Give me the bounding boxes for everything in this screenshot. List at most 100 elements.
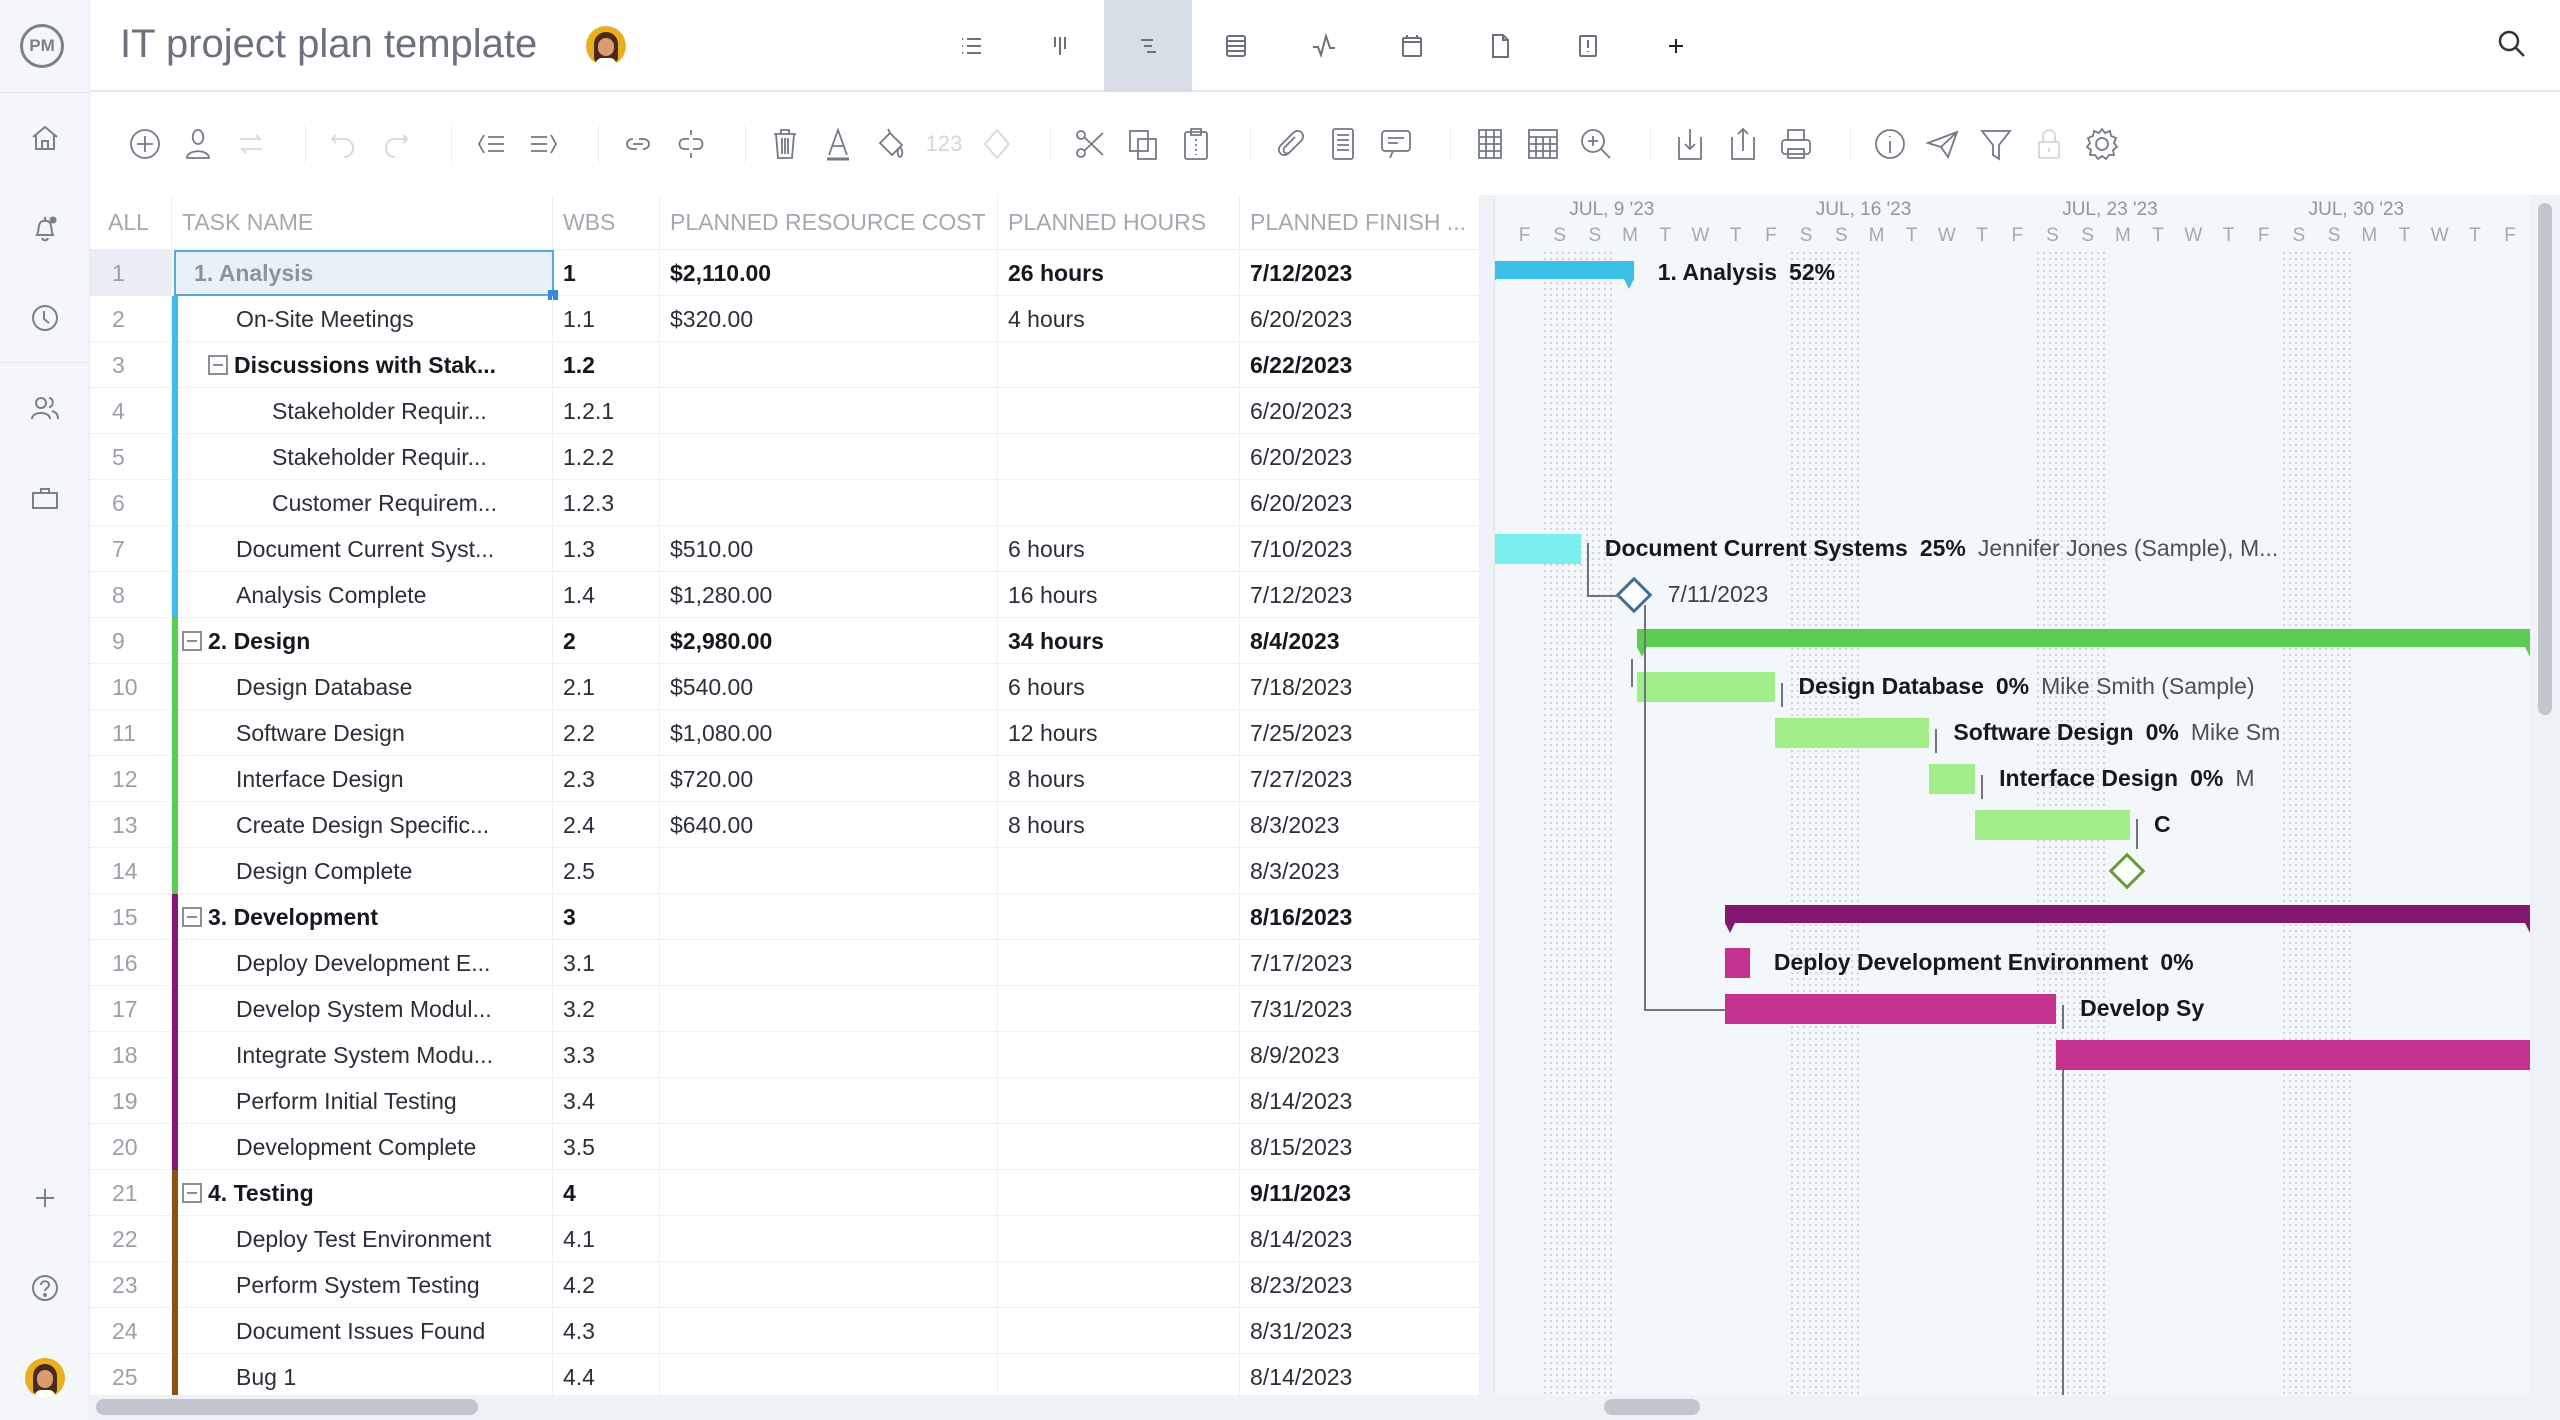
wbs-cell[interactable]: 4.2	[553, 1262, 660, 1308]
wbs-cell[interactable]: 1	[553, 250, 660, 296]
tab-dashboard[interactable]	[1280, 0, 1368, 92]
planned-cost-cell[interactable]: $2,980.00	[660, 618, 998, 664]
row-number[interactable]: 17	[90, 986, 172, 1032]
scrollbar-thumb[interactable]	[96, 1399, 478, 1415]
print-button[interactable]	[1774, 122, 1818, 166]
planned-cost-cell[interactable]: $640.00	[660, 802, 998, 848]
planned-finish-cell[interactable]: 8/3/2023	[1240, 848, 1480, 894]
planned-hours-cell[interactable]	[998, 940, 1240, 986]
row-number[interactable]: 21	[90, 1170, 172, 1216]
table-row[interactable]: 9 2. Design 2 $2,980.00 34 hours 8/4/2023	[90, 618, 1480, 664]
planned-cost-cell[interactable]: $540.00	[660, 664, 998, 710]
table-row[interactable]: 3 Discussions with Stak... 1.2 6/22/2023	[90, 342, 1480, 388]
summary-bar[interactable]	[1725, 905, 2530, 923]
planned-cost-cell[interactable]	[660, 894, 998, 940]
tab-sheet[interactable]	[1192, 0, 1280, 92]
table-row[interactable]: 4 Stakeholder Requir... 1.2.1 6/20/2023	[90, 388, 1480, 434]
row-number[interactable]: 12	[90, 756, 172, 802]
planned-hours-cell[interactable]: 6 hours	[998, 526, 1240, 572]
row-number[interactable]: 25	[90, 1354, 172, 1400]
planned-cost-cell[interactable]: $510.00	[660, 526, 998, 572]
task-name-cell[interactable]: Stakeholder Requir...	[172, 434, 553, 480]
planned-cost-cell[interactable]	[660, 434, 998, 480]
collapse-toggle-icon[interactable]	[208, 354, 228, 375]
task-name-cell[interactable]: Interface Design	[172, 756, 553, 802]
planned-cost-cell[interactable]	[660, 1032, 998, 1078]
table-row[interactable]: 17 Develop System Modul... 3.2 7/31/2023	[90, 986, 1480, 1032]
wbs-cell[interactable]: 4.4	[553, 1354, 660, 1400]
planned-finish-cell[interactable]: 6/20/2023	[1240, 388, 1480, 434]
wbs-cell[interactable]: 3.5	[553, 1124, 660, 1170]
tab-risks[interactable]	[1544, 0, 1632, 92]
wbs-cell[interactable]: 2.3	[553, 756, 660, 802]
tab-list[interactable]	[928, 0, 1016, 92]
table-row[interactable]: 7 Document Current Syst... 1.3 $510.00 6 hou…	[90, 526, 1480, 572]
sidebar-item-team[interactable]	[25, 388, 65, 428]
wbs-cell[interactable]: 4.3	[553, 1308, 660, 1354]
planned-finish-cell[interactable]: 8/16/2023	[1240, 894, 1480, 940]
planned-hours-cell[interactable]	[998, 342, 1240, 388]
redo-button[interactable]	[374, 122, 418, 166]
row-number[interactable]: 22	[90, 1216, 172, 1262]
row-number[interactable]: 19	[90, 1078, 172, 1124]
wbs-cell[interactable]: 1.3	[553, 526, 660, 572]
grid-button[interactable]	[1521, 122, 1565, 166]
outdent-button[interactable]	[469, 122, 513, 166]
milestone-marker[interactable]	[2108, 852, 2145, 890]
planned-finish-cell[interactable]: 7/25/2023	[1240, 710, 1480, 756]
planned-finish-cell[interactable]: 7/31/2023	[1240, 986, 1480, 1032]
planned-hours-cell[interactable]	[998, 480, 1240, 526]
task-name-cell[interactable]: Analysis Complete	[172, 572, 553, 618]
planned-hours-cell[interactable]: 8 hours	[998, 756, 1240, 802]
planned-finish-cell[interactable]: 7/17/2023	[1240, 940, 1480, 986]
export-button[interactable]	[1721, 122, 1765, 166]
sidebar-add-button[interactable]	[25, 1178, 65, 1218]
planned-hours-cell[interactable]	[998, 1308, 1240, 1354]
task-name-cell[interactable]: Document Current Syst...	[172, 526, 553, 572]
project-owner-avatar[interactable]	[586, 26, 626, 66]
row-number[interactable]: 9	[90, 618, 172, 664]
planned-cost-cell[interactable]	[660, 1354, 998, 1400]
grid-horizontal-scrollbar[interactable]	[90, 1395, 1480, 1420]
row-number[interactable]: 14	[90, 848, 172, 894]
table-row[interactable]: 14 Design Complete 2.5 8/3/2023	[90, 848, 1480, 894]
tab-add-view[interactable]	[1632, 0, 1720, 92]
planned-cost-cell[interactable]: $1,080.00	[660, 710, 998, 756]
wbs-cell[interactable]: 2.5	[553, 848, 660, 894]
sidebar-item-home[interactable]	[25, 118, 65, 158]
planned-finish-cell[interactable]: 7/18/2023	[1240, 664, 1480, 710]
planned-finish-cell[interactable]: 8/15/2023	[1240, 1124, 1480, 1170]
row-number[interactable]: 24	[90, 1308, 172, 1354]
task-bar[interactable]	[2056, 1040, 2530, 1070]
planned-cost-cell[interactable]: $1,280.00	[660, 572, 998, 618]
col-header-planned-finish[interactable]: PLANNED FINISH ...	[1240, 195, 1480, 250]
planned-cost-cell[interactable]	[660, 986, 998, 1032]
planned-cost-cell[interactable]	[660, 1078, 998, 1124]
planned-finish-cell[interactable]: 7/12/2023	[1240, 250, 1480, 296]
planned-hours-cell[interactable]: 4 hours	[998, 296, 1240, 342]
milestone-marker[interactable]	[1615, 576, 1653, 614]
task-bar[interactable]	[1774, 718, 1930, 748]
planned-finish-cell[interactable]: 8/14/2023	[1240, 1078, 1480, 1124]
tab-board[interactable]	[1016, 0, 1104, 92]
table-row[interactable]: 8 Analysis Complete 1.4 $1,280.00 16 hours 7/…	[90, 572, 1480, 618]
planned-hours-cell[interactable]	[998, 1078, 1240, 1124]
task-name-cell[interactable]: Create Design Specific...	[172, 802, 553, 848]
planned-cost-cell[interactable]	[660, 1262, 998, 1308]
sidebar-help-button[interactable]	[25, 1268, 65, 1308]
planned-finish-cell[interactable]: 6/20/2023	[1240, 434, 1480, 480]
import-button[interactable]	[1668, 122, 1712, 166]
task-name-cell[interactable]: Perform Initial Testing	[172, 1078, 553, 1124]
planned-hours-cell[interactable]: 34 hours	[998, 618, 1240, 664]
wbs-cell[interactable]: 1.2.1	[553, 388, 660, 434]
planned-cost-cell[interactable]	[660, 1308, 998, 1354]
font-color-button[interactable]	[816, 122, 860, 166]
scrollbar-thumb[interactable]	[1604, 1399, 1700, 1415]
task-name-cell[interactable]: 3. Development	[172, 894, 553, 940]
table-row[interactable]: 18 Integrate System Modu... 3.3 8/9/2023	[90, 1032, 1480, 1078]
pm-logo[interactable]: PM	[20, 24, 64, 68]
wbs-cell[interactable]: 3.1	[553, 940, 660, 986]
task-bar[interactable]	[1725, 994, 2057, 1024]
row-number[interactable]: 4	[90, 388, 172, 434]
scrollbar-thumb[interactable]	[2538, 203, 2552, 715]
